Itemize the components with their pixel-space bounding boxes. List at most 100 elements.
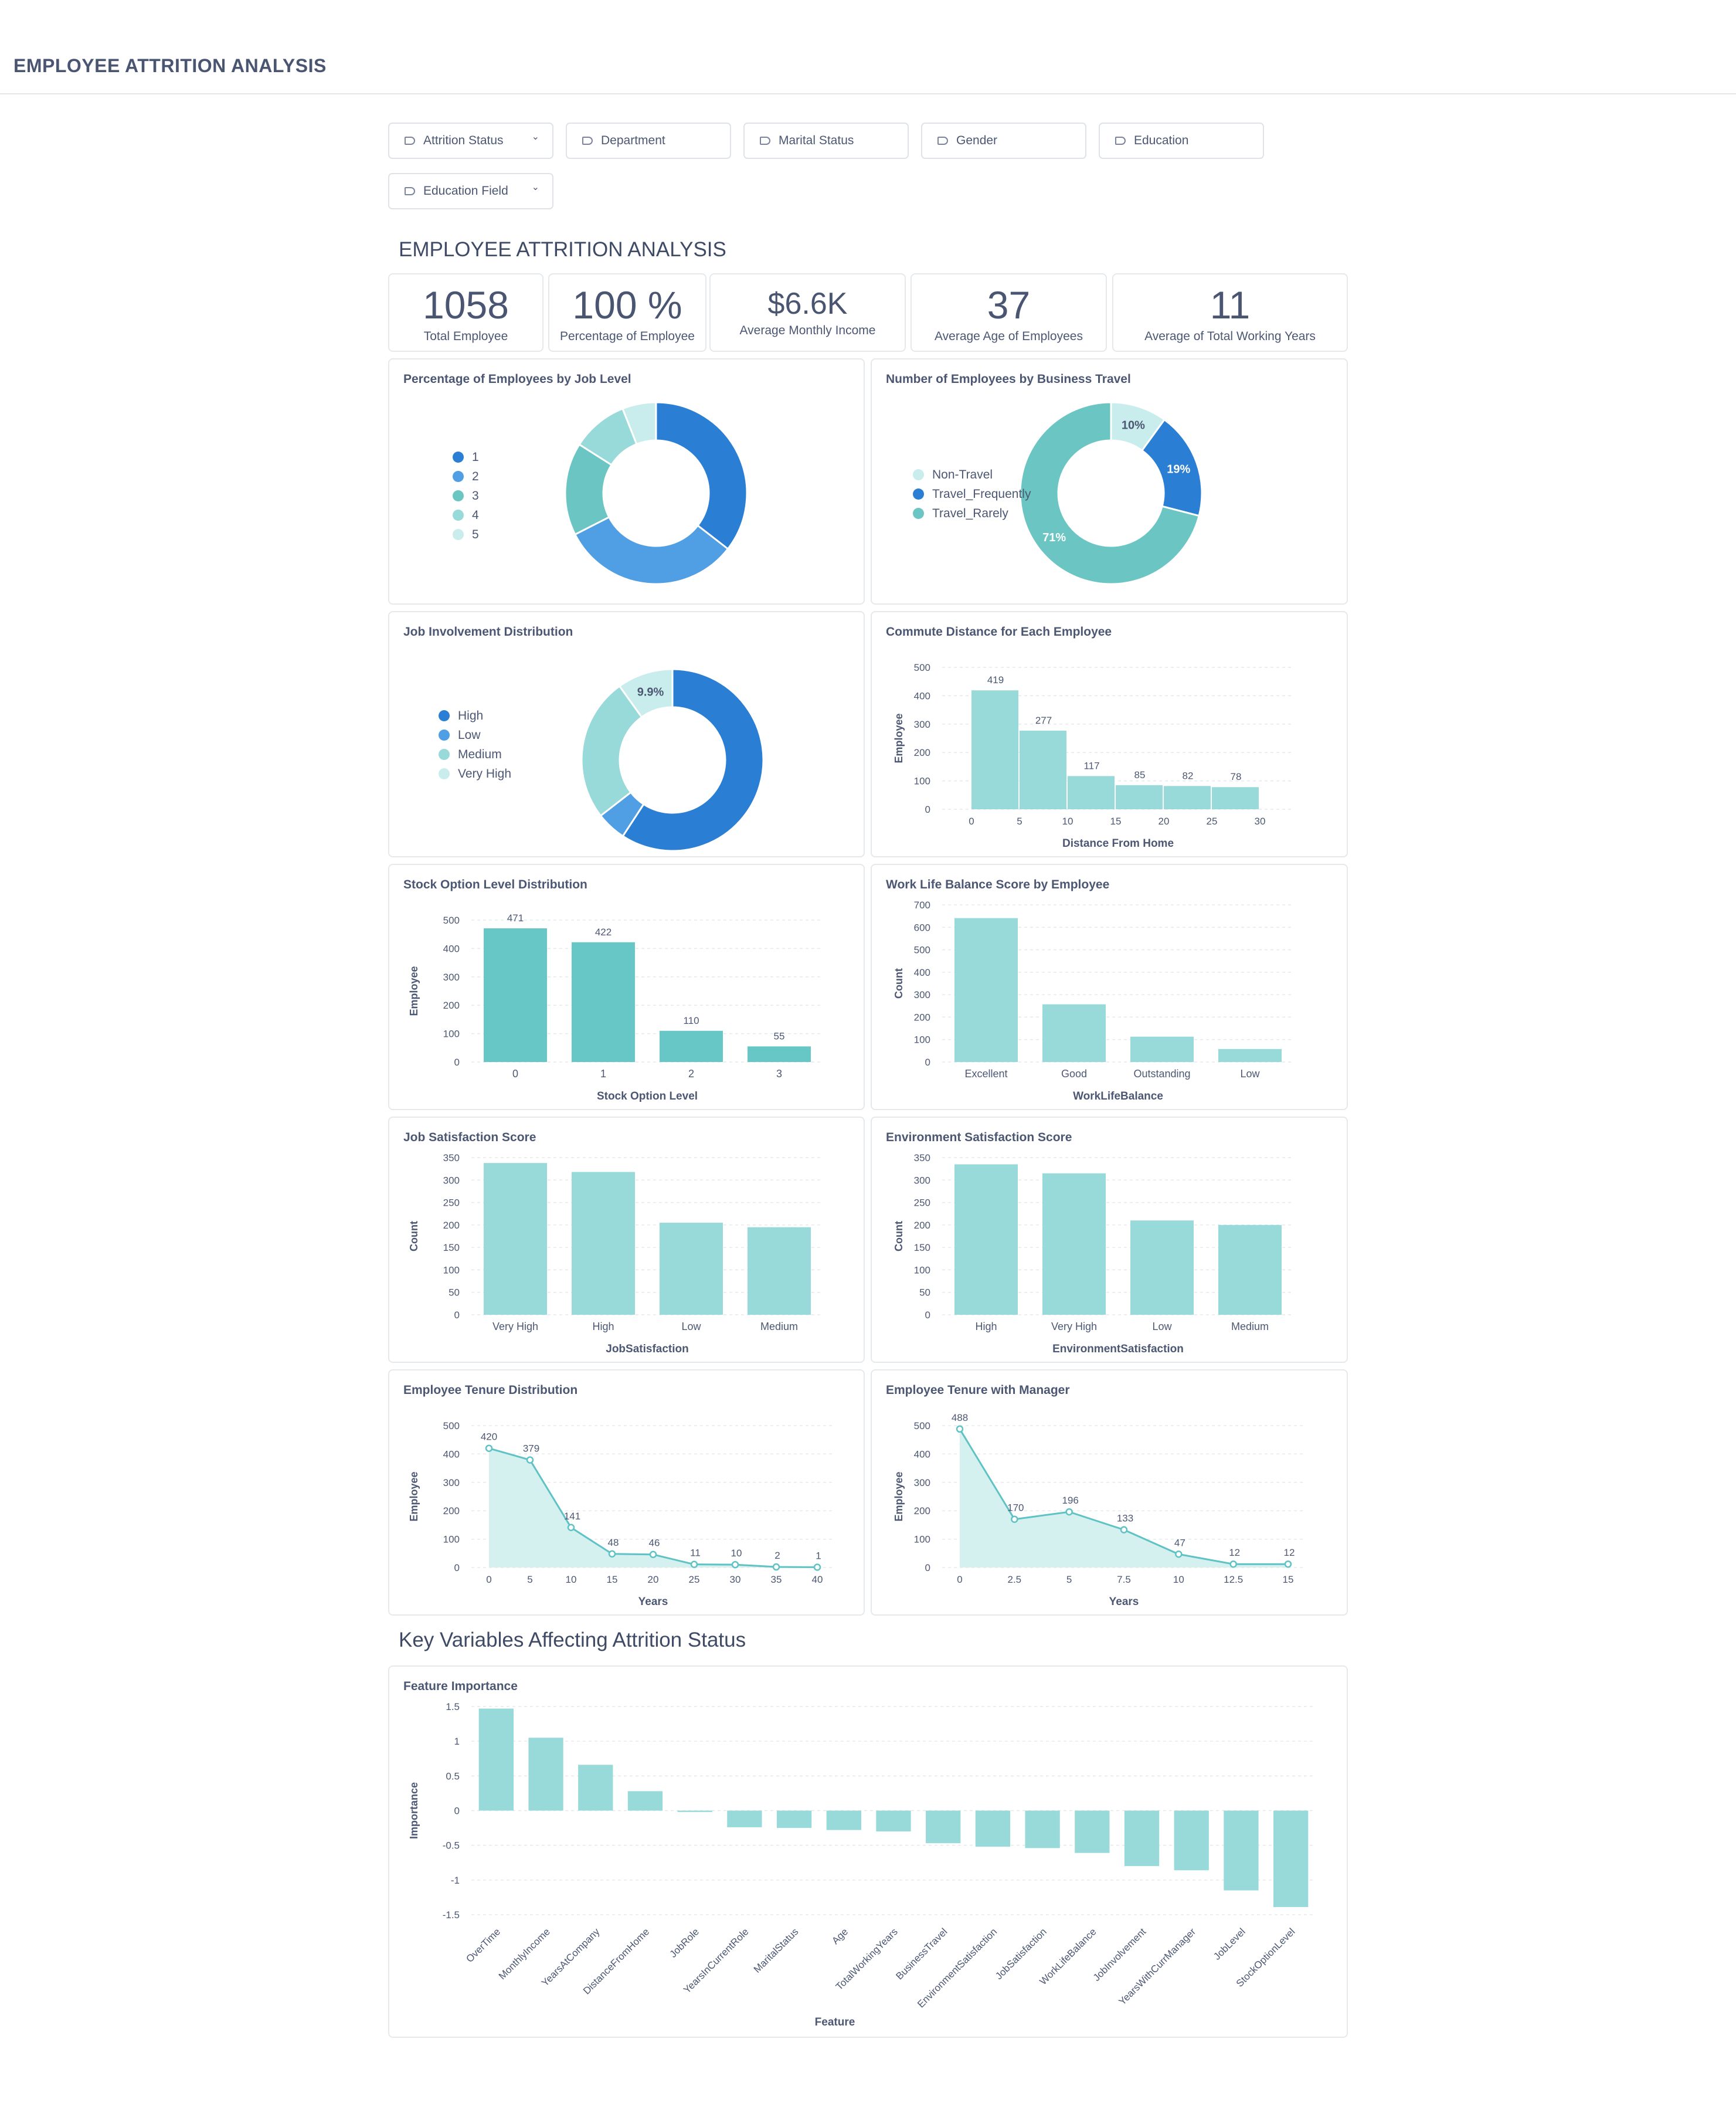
chart-card-stock-option: Stock Option Level Distribution 0 100 200 3… (388, 864, 865, 1110)
kpi-value: $6.6K (767, 287, 848, 321)
legend-item[interactable]: High (439, 706, 511, 725)
x-tick-label: Excellent (964, 1068, 1007, 1080)
bar (1174, 1810, 1209, 1871)
chart-legend: Non-Travel Travel_Frequently Travel_Rarely (913, 465, 1031, 523)
y-tick-label: 0 (454, 1057, 460, 1068)
legend-item[interactable]: Low (439, 725, 511, 745)
dashboard-title: EMPLOYEE ATTRITION ANALYSIS (399, 238, 726, 261)
point-value-label: 12 (1284, 1547, 1295, 1558)
chevron-down-icon: ⌄ (531, 182, 539, 192)
x-tick-label: 25 (689, 1574, 700, 1585)
bar (1218, 1224, 1282, 1315)
legend-item[interactable]: 3 (453, 486, 479, 505)
x-axis-label: Years (1109, 1596, 1139, 1608)
y-tick-label: 400 (914, 1448, 930, 1460)
legend-item[interactable]: Non-Travel (913, 465, 1031, 484)
legend-dot (913, 488, 924, 500)
x-tick-label: JobInvolvement (1091, 1926, 1149, 1983)
y-tick-label: 0 (925, 1309, 930, 1321)
data-point (567, 1524, 575, 1532)
legend-label: Low (458, 728, 481, 742)
slice-label: 10% (1122, 419, 1145, 432)
data-point (772, 1563, 780, 1571)
legend-dot (439, 749, 450, 760)
x-tick-label: 15 (607, 1574, 618, 1585)
legend-label: Travel_Frequently (932, 487, 1031, 501)
legend-label: 2 (472, 469, 479, 483)
legend-dot (439, 768, 450, 779)
x-tick-label: 20 (1159, 816, 1170, 827)
y-tick-label: 300 (443, 1175, 460, 1186)
x-tick-label: JobLevel (1211, 1926, 1248, 1962)
x-tick-label: 0 (486, 1574, 491, 1585)
x-tick-label: 30 (730, 1574, 741, 1585)
bar (484, 1163, 547, 1315)
x-tick-label: 0 (957, 1574, 962, 1585)
bar (954, 1164, 1018, 1315)
x-tick-label: 5 (1066, 1574, 1072, 1585)
x-axis-label: EnvironmentSatisfaction (1052, 1343, 1184, 1355)
y-axis-label: Employee (893, 1471, 905, 1521)
legend-item[interactable]: 5 (453, 525, 479, 544)
bar-value-label: 110 (683, 1015, 699, 1026)
x-tick-label: Age (830, 1926, 850, 1946)
filter-department[interactable]: Department (566, 123, 731, 159)
y-tick-label: 300 (914, 719, 930, 730)
legend-item[interactable]: 4 (453, 505, 479, 525)
kpi-value: 1058 (423, 283, 509, 327)
y-tick-label: 100 (443, 1029, 460, 1040)
y-tick-label: 400 (914, 967, 930, 978)
y-tick-label: 200 (914, 1505, 930, 1516)
filter-attrition-status[interactable]: Attrition Status ⌄ (388, 123, 553, 159)
bar (677, 1810, 712, 1812)
x-tick-label: JobSatisfaction (993, 1926, 1049, 1982)
y-tick-label: 0 (925, 1057, 930, 1068)
y-tick-label: 100 (914, 1534, 930, 1545)
legend-item[interactable]: 2 (453, 467, 479, 486)
filter-education[interactable]: Education (1099, 123, 1264, 159)
filter-marital-status[interactable]: Marital Status (743, 123, 909, 159)
chart-card-tenure-manager: Employee Tenure with Manager 0 100 200 300 4… (871, 1369, 1348, 1616)
y-tick-label: 400 (914, 690, 930, 701)
y-tick-label: 600 (914, 922, 930, 933)
x-tick-label: OverTime (464, 1926, 502, 1965)
y-tick-label: 300 (914, 989, 930, 1000)
kpi-average-monthly-income: $6.6K Average Monthly Income (709, 273, 906, 352)
legend-label: 3 (472, 488, 479, 503)
point-value-label: 141 (564, 1511, 580, 1522)
legend-item[interactable]: Travel_Frequently (913, 484, 1031, 504)
y-tick-label: 200 (914, 1012, 930, 1023)
bar (1130, 1036, 1194, 1062)
x-tick-label: 1 (600, 1068, 606, 1080)
point-value-label: 1 (816, 1551, 821, 1562)
bar (1116, 785, 1163, 809)
tag-icon (405, 137, 415, 145)
bar-value-label: 419 (987, 674, 1004, 686)
legend-dot (453, 452, 464, 463)
point-value-label: 11 (690, 1548, 701, 1559)
legend-item[interactable]: Very High (439, 764, 511, 783)
legend-dot (453, 490, 464, 501)
y-tick-label: 50 (919, 1287, 930, 1298)
y-tick-label: 200 (914, 1220, 930, 1231)
data-point (526, 1456, 534, 1464)
bar-value-label: 82 (1183, 770, 1194, 781)
legend-item[interactable]: Medium (439, 745, 511, 764)
bar (776, 1810, 812, 1828)
bar (578, 1765, 613, 1811)
chart-svg: 0100200300400500EmployeeYears42037914148… (408, 1420, 835, 1608)
x-tick-label: BusinessTravel (894, 1926, 949, 1982)
data-point (731, 1560, 739, 1569)
chart-svg: 0 50 100 150 200 250 300 350 Count JobSatisfactio… (408, 1152, 823, 1355)
point-value-label: 12 (1229, 1547, 1240, 1558)
y-tick-label: 1.5 (446, 1701, 460, 1712)
filter-gender[interactable]: Gender (921, 123, 1086, 159)
tag-icon (582, 137, 593, 145)
legend-item[interactable]: 1 (453, 447, 479, 467)
legend-item[interactable]: Travel_Rarely (913, 504, 1031, 523)
kpi-value: 100 % (572, 283, 682, 327)
filter-education-field[interactable]: Education Field ⌄ (388, 173, 553, 209)
bar (1075, 1810, 1110, 1853)
legend-label: 4 (472, 508, 479, 522)
chart-svg: 0100200300400500EmployeeDistance From Ho… (893, 662, 1294, 850)
